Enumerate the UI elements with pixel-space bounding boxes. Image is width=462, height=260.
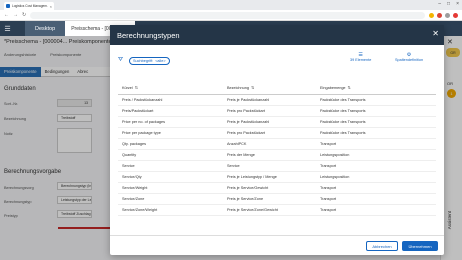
cell-eingabemenge: Transport (320, 197, 337, 201)
filter-icon[interactable]: ⛛ (118, 57, 126, 65)
browser-tab-bar: Logistics Cost Managem... × – □ × (0, 0, 462, 10)
dialog-header: Berechnungstypen (110, 25, 444, 45)
cell-kuerzel: Service (122, 164, 135, 168)
column-definition-button[interactable]: ⚙ Spaltendefinition (395, 52, 423, 62)
elements-label: 39 Elemente (350, 58, 372, 62)
extension-icon[interactable] (429, 12, 434, 18)
extension-icon[interactable] (437, 12, 442, 18)
cell-bezeichnung: Preis je Service/Zone (227, 197, 264, 201)
cell-kuerzel: Quantity (122, 153, 137, 157)
sort-icon: ⇅ (134, 86, 138, 90)
table-row[interactable]: Service Service Transport (118, 161, 436, 172)
dialog-footer: Abbrechen Übernehmen (110, 235, 444, 255)
filter-row: ⛛ Suchbegriff: <alle> (118, 54, 436, 68)
cell-eingabemenge: Packstücke des Transports (320, 98, 366, 102)
favicon-icon (6, 4, 10, 8)
column-header-kuerzel[interactable]: Kürzel ⇅ (118, 85, 225, 90)
cell-kuerzel: Price per no. of packages (122, 120, 166, 124)
cell-eingabemenge: Packstücke des Transports (320, 120, 366, 124)
sort-icon: ⇅ (347, 86, 351, 90)
close-tab-icon[interactable]: × (50, 4, 52, 9)
table-row[interactable]: Price per package type Preis pro Packstüc… (118, 128, 436, 139)
cell-eingabemenge: Leistungsposition (320, 153, 350, 157)
hamburger-menu-icon[interactable]: ☰ (0, 21, 15, 36)
browser-tab-title: Logistics Cost Managem... (12, 4, 48, 8)
cell-eingabemenge: Packstücke des Transports (320, 131, 366, 135)
cell-bezeichnung: Service (227, 164, 240, 168)
profile-icon[interactable] (453, 12, 458, 18)
cell-bezeichnung: Preis pro Packstückart (227, 109, 265, 113)
cell-bezeichnung: AnzahlPCK (227, 142, 247, 146)
cell-eingabemenge: Transport (320, 142, 337, 146)
table-row[interactable]: Preis / Packstückanzahl Preis je Packstüc… (118, 95, 436, 106)
cell-bezeichnung: Preis je Service/Zone/Gewicht (227, 208, 278, 212)
dialog-close-icon[interactable]: ✕ (432, 29, 439, 38)
extensions (429, 12, 458, 18)
table-row[interactable]: Quantity Preis der Menge Leistungsposition (118, 150, 436, 161)
tab-desktop[interactable]: Desktop (25, 21, 66, 36)
table-row[interactable]: Service/Qty Preis je Leistungstyp / Menge… (118, 172, 436, 183)
cell-kuerzel: Preis / Packstückanzahl (122, 98, 163, 102)
cell-bezeichnung: Preis je Packstückanzahl (227, 120, 270, 124)
cell-kuerzel: Price per package type (122, 131, 161, 135)
maximize-icon[interactable]: □ (447, 1, 450, 7)
sort-icon: ⇅ (250, 86, 255, 90)
cell-kuerzel: Service/Weight (122, 186, 148, 190)
cell-kuerzel: Service/Zone/Weight (122, 208, 158, 212)
table-row[interactable]: Service/Weight Preis je Service/Gewicht Tr… (118, 183, 436, 194)
cell-kuerzel: Service/Qty (122, 175, 142, 179)
cell-kuerzel: Qty. packages (122, 142, 146, 146)
cell-bezeichnung: Preis je Service/Gewicht (227, 186, 269, 190)
table-row[interactable]: Service/Zone Preis je Service/Zone Transpo… (118, 194, 436, 205)
browser-tab[interactable]: Logistics Cost Managem... × (4, 2, 54, 10)
back-icon[interactable]: ← (4, 12, 9, 18)
table-row[interactable]: Service/Zone/Weight Preis je Service/Zone… (118, 205, 436, 216)
cell-kuerzel: Service/Zone (122, 197, 145, 201)
berechnungstypen-table: Kürzel ⇅ Bezeichnung ⇅ Eingabemenge ⇅ Preis… (118, 81, 436, 216)
cell-eingabemenge: Transport (320, 208, 337, 212)
apply-button[interactable]: Übernehmen (402, 241, 438, 251)
column-definition-label: Spaltendefinition (395, 58, 424, 62)
cell-eingabemenge: Transport (320, 186, 337, 190)
cell-eingabemenge: Packstücke des Transports (320, 109, 366, 113)
window-controls: – □ × (438, 1, 459, 7)
elements-count: ☰ 39 Elemente (350, 52, 371, 62)
cell-bezeichnung: Preis pro Packstückart (227, 131, 265, 135)
browser-toolbar: ← → ↻ (0, 10, 462, 21)
cell-bezeichnung: Preis je Leistungstyp / Menge (227, 175, 277, 179)
cell-bezeichnung: Preis der Menge (227, 153, 255, 157)
forward-icon[interactable]: → (13, 12, 18, 18)
cell-bezeichnung: Preis je Packstückanzahl (227, 98, 270, 102)
table-header: Kürzel ⇅ Bezeichnung ⇅ Eingabemenge ⇅ (118, 81, 436, 95)
reload-icon[interactable]: ↻ (22, 12, 26, 18)
minimize-icon[interactable]: – (438, 1, 441, 7)
search-filter-chip[interactable]: Suchbegriff: <alle> (129, 57, 170, 65)
cancel-button[interactable]: Abbrechen (366, 241, 398, 251)
column-header-bezeichnung[interactable]: Bezeichnung ⇅ (225, 85, 318, 90)
berechnungstypen-dialog: Berechnungstypen ✕ ⛛ Suchbegriff: <alle>… (110, 25, 444, 255)
filter-key: Suchbegriff: (133, 59, 154, 63)
extension-icon[interactable] (445, 12, 450, 18)
dialog-title: Berechnungstypen (117, 30, 180, 40)
address-bar[interactable] (30, 11, 425, 19)
cell-eingabemenge: Leistungsposition (320, 175, 350, 179)
table-row[interactable]: Preis/Packstückart Preis pro Packstückart… (118, 106, 436, 117)
table-row[interactable]: Qty. packages AnzahlPCK Transport (118, 139, 436, 150)
cell-kuerzel: Preis/Packstückart (122, 109, 154, 113)
filter-value: <alle> (155, 59, 166, 63)
cell-eingabemenge: Transport (320, 164, 337, 168)
close-window-icon[interactable]: × (456, 1, 459, 7)
column-header-eingabemenge[interactable]: Eingabemenge ⇅ (318, 85, 436, 90)
table-row[interactable]: Price per no. of packages Preis je Packst… (118, 117, 436, 128)
